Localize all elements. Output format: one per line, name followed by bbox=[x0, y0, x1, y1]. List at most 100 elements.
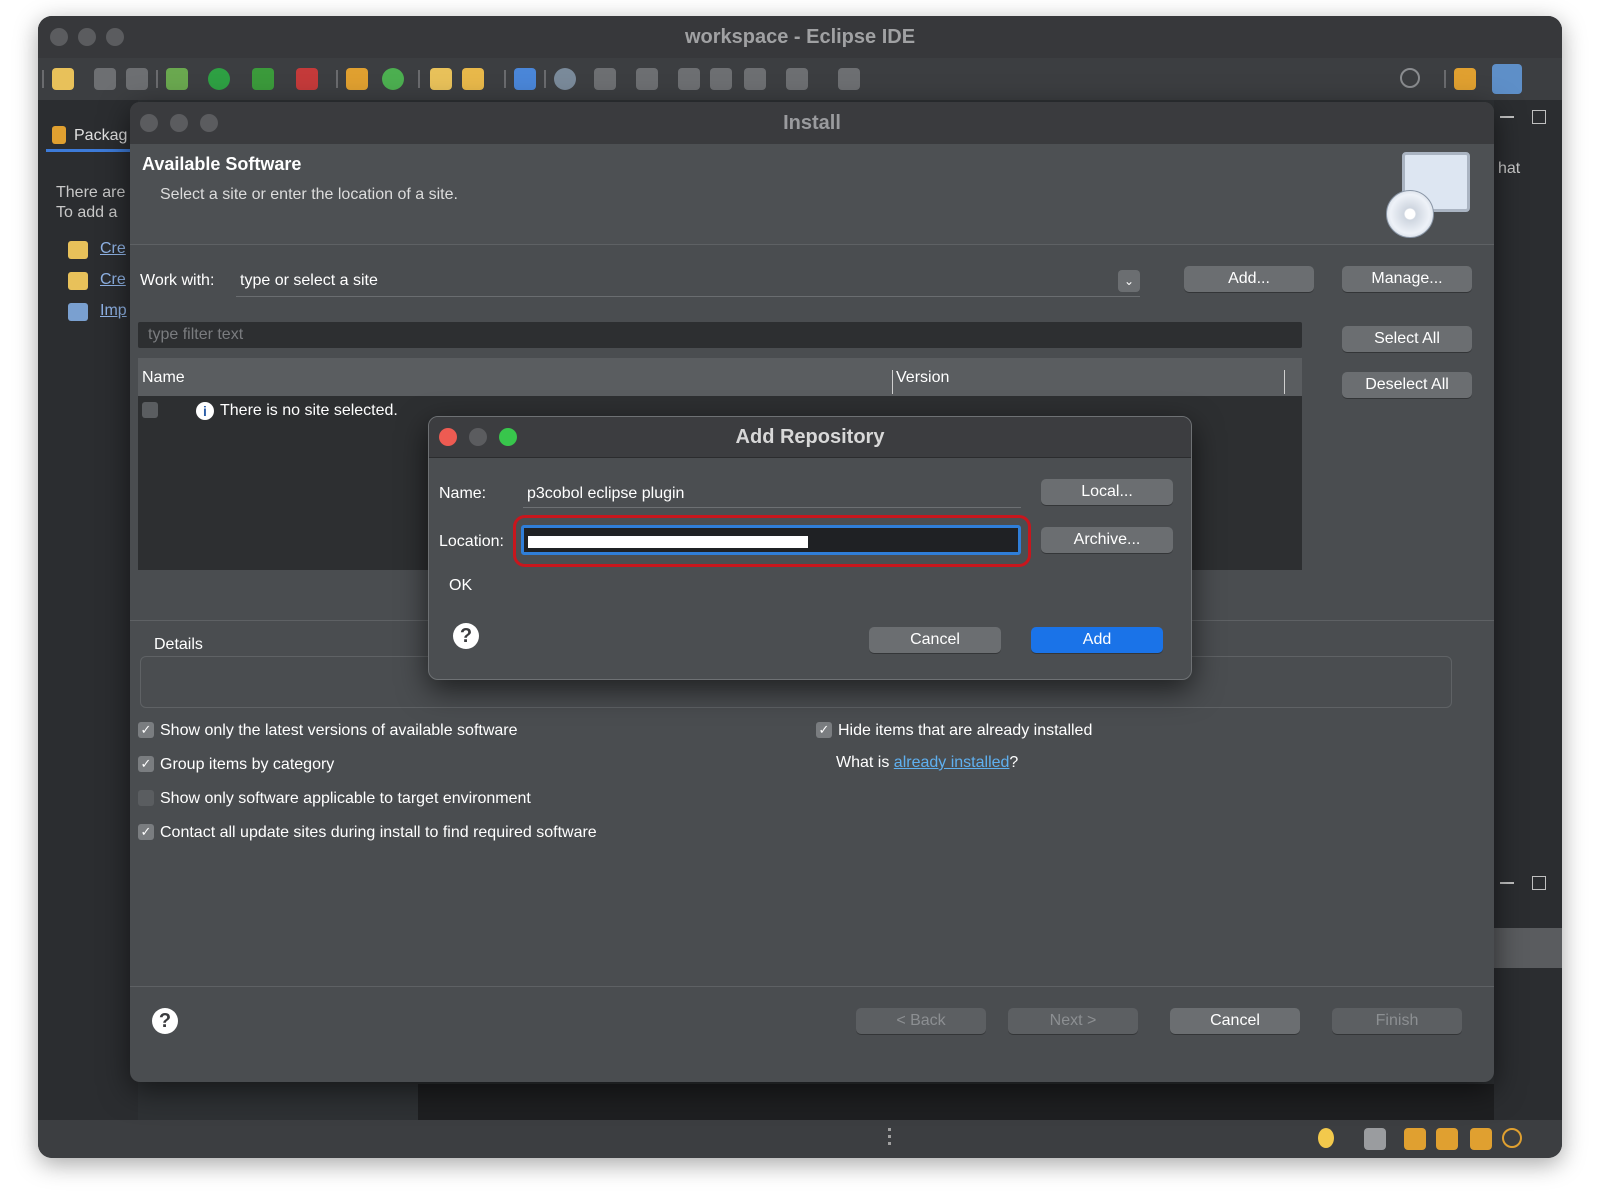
finish-button[interactable]: Finish bbox=[1332, 1008, 1462, 1034]
create-java-project-link[interactable]: Cre bbox=[100, 271, 126, 289]
available-software-heading: Available Software bbox=[142, 154, 302, 174]
repo-name-label: Name: bbox=[439, 485, 487, 502]
deselect-all-button[interactable]: Deselect All bbox=[1342, 372, 1472, 398]
what-is-installed-text: What is already installed? bbox=[836, 754, 1019, 771]
hide-installed-checkbox[interactable]: ✓ bbox=[816, 722, 832, 738]
install-dialog-title: Install bbox=[783, 112, 841, 134]
contact-update-sites-checkbox[interactable]: ✓ bbox=[138, 824, 154, 840]
back-arrow-icon[interactable] bbox=[744, 68, 766, 90]
work-with-value: type or select a site bbox=[240, 272, 378, 289]
details-label: Details bbox=[154, 636, 203, 653]
repo-help-icon[interactable]: ? bbox=[453, 623, 479, 649]
forward-edit-icon[interactable] bbox=[710, 68, 732, 90]
group-by-category-label: Group items by category bbox=[160, 756, 335, 773]
repo-name-input[interactable]: p3cobol eclipse plugin bbox=[523, 479, 1021, 508]
work-with-label: Work with: bbox=[140, 272, 215, 289]
update-icon[interactable] bbox=[1502, 1128, 1522, 1148]
explorer-message-line2: To add a bbox=[56, 204, 118, 221]
column-name-header[interactable]: Name bbox=[142, 369, 185, 387]
main-toolbar bbox=[38, 58, 1562, 100]
run-coverage-icon[interactable] bbox=[252, 68, 274, 90]
repo-add-button[interactable]: Add bbox=[1031, 627, 1163, 653]
target-environment-checkbox[interactable] bbox=[138, 790, 154, 806]
add-site-button[interactable]: Add... bbox=[1184, 266, 1314, 292]
outline-partial-text: hat bbox=[1498, 160, 1521, 177]
status-separator bbox=[888, 1128, 891, 1148]
target-environment-label: Show only software applicable to target … bbox=[160, 790, 531, 807]
package-explorer-icon bbox=[52, 126, 66, 144]
repo-name-value: p3cobol eclipse plugin bbox=[527, 485, 685, 502]
no-site-message: There is no site selected. bbox=[220, 402, 398, 419]
import-project-link[interactable]: Imp bbox=[100, 302, 127, 320]
filter-input[interactable]: type filter text bbox=[138, 322, 1302, 348]
table-header: Name Version bbox=[138, 358, 1302, 396]
last-edit-icon[interactable] bbox=[678, 68, 700, 90]
add-repository-dialog: Add Repository Name: p3cobol eclipse plu… bbox=[428, 416, 1192, 680]
book-icon[interactable] bbox=[1404, 1128, 1426, 1150]
open-folder-icon[interactable] bbox=[430, 68, 452, 90]
work-with-combo[interactable]: type or select a site ⌄ bbox=[236, 266, 1140, 297]
group-by-category-checkbox[interactable]: ✓ bbox=[138, 756, 154, 772]
add-repository-title: Add Repository bbox=[735, 426, 885, 448]
save-icon[interactable] bbox=[94, 68, 116, 90]
hide-installed-label: Hide items that are already installed bbox=[838, 722, 1093, 739]
refresh-icon[interactable] bbox=[382, 68, 404, 90]
create-project-link[interactable]: Cre bbox=[100, 240, 126, 258]
console-icon[interactable] bbox=[514, 68, 536, 90]
row-checkbox[interactable] bbox=[142, 402, 158, 418]
explorer-message-line1: There are bbox=[56, 184, 126, 201]
maximize-view-icon-lower[interactable] bbox=[1532, 876, 1546, 890]
latest-versions-checkbox[interactable]: ✓ bbox=[138, 722, 154, 738]
open-perspective-icon[interactable] bbox=[1454, 68, 1476, 90]
debug-icon[interactable] bbox=[166, 68, 188, 90]
contact-update-sites-label: Contact all update sites during install … bbox=[160, 824, 597, 841]
annotation-prev-icon[interactable] bbox=[636, 68, 658, 90]
maximize-view-icon[interactable] bbox=[1532, 110, 1546, 124]
info-icon: i bbox=[196, 402, 214, 420]
back-button[interactable]: < Back bbox=[856, 1008, 986, 1034]
archive-button[interactable]: Archive... bbox=[1041, 527, 1173, 553]
local-button[interactable]: Local... bbox=[1041, 479, 1173, 505]
manage-sites-button[interactable]: Manage... bbox=[1342, 266, 1472, 292]
already-installed-link[interactable]: already installed bbox=[894, 754, 1010, 771]
latest-versions-label: Show only the latest versions of availab… bbox=[160, 722, 518, 739]
repo-location-input[interactable] bbox=[521, 525, 1021, 555]
minimize-view-icon[interactable] bbox=[1500, 116, 1514, 118]
main-titlebar: workspace - Eclipse IDE bbox=[38, 16, 1562, 59]
console-area bbox=[418, 1084, 1494, 1120]
install-titlebar: Install bbox=[130, 102, 1494, 145]
new-file-icon[interactable] bbox=[52, 68, 74, 90]
select-all-button[interactable]: Select All bbox=[1342, 326, 1472, 352]
install-computer-cd-icon bbox=[1382, 150, 1472, 240]
annotation-next-icon[interactable] bbox=[594, 68, 616, 90]
import-project-icon bbox=[68, 303, 88, 321]
add-repository-titlebar: Add Repository bbox=[429, 417, 1191, 458]
wand-icon[interactable] bbox=[1470, 1128, 1492, 1150]
install-subheading: Select a site or enter the location of a… bbox=[160, 186, 458, 203]
search-icon[interactable] bbox=[554, 68, 576, 90]
mortarboard-icon[interactable] bbox=[1436, 1128, 1458, 1150]
pencil-icon[interactable] bbox=[462, 68, 484, 90]
external-tools-icon[interactable] bbox=[296, 68, 318, 90]
install-help-icon[interactable]: ? bbox=[152, 1008, 178, 1034]
create-java-project-icon bbox=[68, 272, 88, 290]
new-package-icon[interactable] bbox=[346, 68, 368, 90]
minimize-view-icon-lower[interactable] bbox=[1500, 882, 1514, 884]
save-all-icon[interactable] bbox=[126, 68, 148, 90]
status-bar bbox=[38, 1120, 1562, 1158]
filter-placeholder: type filter text bbox=[148, 326, 244, 343]
tip-bulb-icon[interactable] bbox=[1318, 1128, 1334, 1148]
chevron-down-icon[interactable]: ⌄ bbox=[1118, 270, 1140, 292]
outline-panel: hat bbox=[1494, 100, 1562, 1120]
next-button[interactable]: Next > bbox=[1008, 1008, 1138, 1034]
console-tab-strip bbox=[1494, 928, 1562, 968]
column-version-header[interactable]: Version bbox=[896, 369, 949, 387]
repo-cancel-button[interactable]: Cancel bbox=[869, 627, 1001, 653]
run-icon[interactable] bbox=[208, 68, 230, 90]
pin-editor-icon[interactable] bbox=[838, 68, 860, 90]
undo-icon[interactable] bbox=[1364, 1128, 1386, 1150]
search-icon-right[interactable] bbox=[1400, 68, 1420, 88]
install-cancel-button[interactable]: Cancel bbox=[1170, 1008, 1300, 1034]
forward-arrow-icon[interactable] bbox=[786, 68, 808, 90]
java-perspective-icon[interactable] bbox=[1492, 64, 1522, 94]
